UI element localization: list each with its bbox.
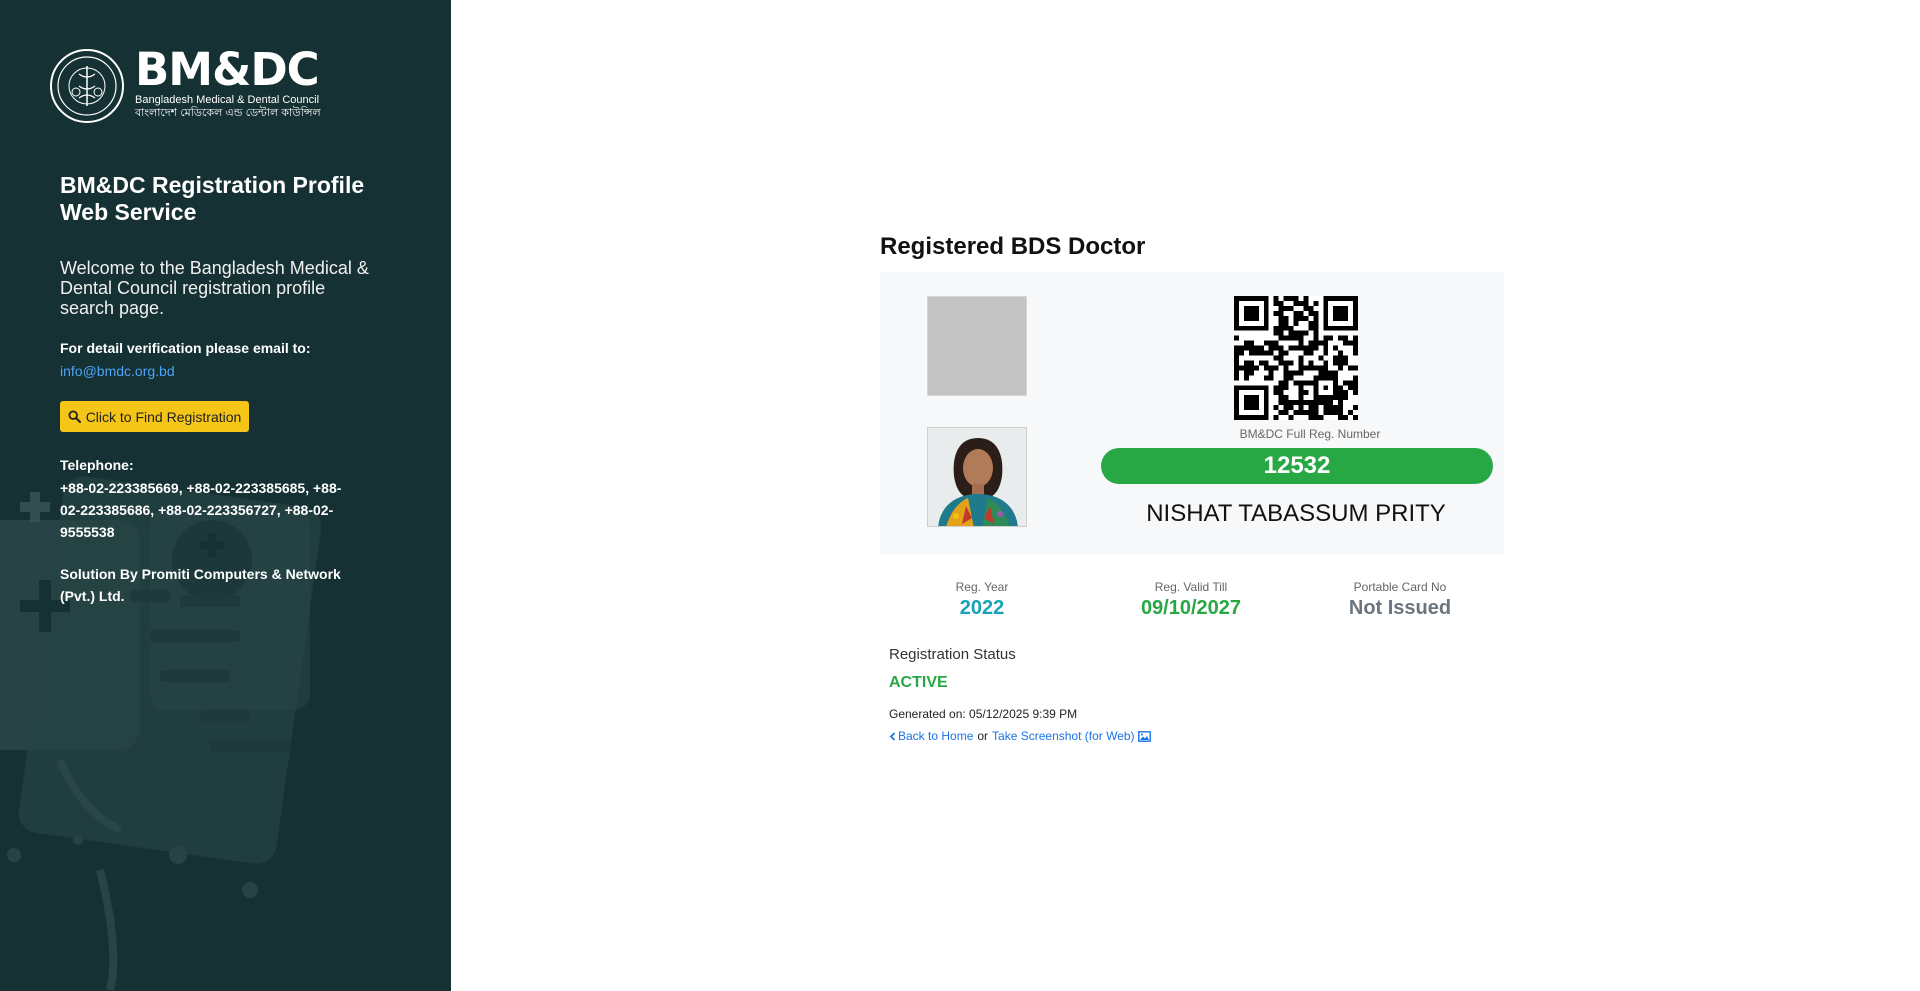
verification-label: For detail verification please email to: (60, 340, 311, 356)
search-icon (68, 410, 81, 423)
welcome-text: Welcome to the Bangladesh Medical & Dent… (60, 258, 369, 318)
stat-label: Reg. Valid Till (1154, 580, 1228, 594)
qr-code (1234, 296, 1358, 420)
stat-label: Reg. Year (955, 580, 1009, 594)
sidebar-title: BM&DC Registration Profile Web Service (60, 172, 365, 225)
telephone-numbers: +88-02-223385669, +88-02-223385685, +88-… (60, 480, 342, 540)
reg-number-label: BM&DC Full Reg. Number (1239, 427, 1381, 441)
telephone-label: Telephone: (60, 457, 134, 473)
chevron-left-icon (889, 731, 896, 741)
solution-credit: Solution By Promiti Computers & Network … (60, 566, 341, 604)
logo-subtitle-bangla: বাংলাদেশ মেডিকেল এন্ড ডেন্টাল কাউন্সিল (135, 107, 321, 119)
stat-reg-year: Reg. Year 2022 (877, 580, 1087, 620)
email-link[interactable]: info@bmdc.org.bd (60, 363, 175, 379)
stat-value: Not Issued (1348, 597, 1452, 619)
back-to-home-label: Back to Home (898, 729, 974, 743)
logo-subtitle-english: Bangladesh Medical & Dental Council (135, 94, 320, 106)
doctor-profile-card: BM&DC Full Reg. Number 12532 NISHAT TABA… (880, 272, 1504, 554)
photo-placeholder (927, 296, 1027, 396)
back-to-home-link[interactable]: Back to Home (889, 729, 973, 743)
stat-value: 2022 (959, 597, 1005, 619)
generated-timestamp: Generated on: 05/12/2025 9:39 PM (889, 707, 1078, 721)
page-title: Registered BDS Doctor (880, 233, 1146, 260)
footer-links: Back to Home or Take Screenshot (for Web… (889, 729, 1151, 743)
stat-value: 09/10/2027 (1140, 597, 1242, 619)
registration-status-value: ACTIVE (889, 674, 948, 691)
take-screenshot-link[interactable]: Take Screenshot (for Web) (992, 729, 1151, 743)
doctor-portrait-image (928, 428, 1026, 526)
stat-label: Portable Card No (1353, 580, 1447, 594)
stat-valid-till: Reg. Valid Till 09/10/2027 (1086, 580, 1296, 620)
find-registration-button[interactable]: Click to Find Registration (60, 401, 249, 432)
link-separator: or (977, 729, 989, 743)
stat-portable-card: Portable Card No Not Issued (1295, 580, 1505, 620)
doctor-photo (927, 427, 1027, 527)
image-icon (1137, 730, 1151, 742)
logo-title: BM&DC (135, 43, 320, 96)
find-registration-label: Click to Find Registration (85, 408, 242, 425)
sidebar: BM&DC Bangladesh Medical & Dental Counci… (0, 0, 451, 991)
bmdc-seal-icon (50, 49, 124, 123)
take-screenshot-label: Take Screenshot (for Web) (992, 729, 1135, 743)
reg-number-badge: 12532 (1101, 448, 1493, 484)
registration-status-label: Registration Status (889, 646, 1016, 663)
bmdc-logo[interactable]: BM&DC Bangladesh Medical & Dental Counci… (49, 43, 321, 124)
doctor-name: NISHAT TABASSUM PRITY (1146, 500, 1446, 527)
